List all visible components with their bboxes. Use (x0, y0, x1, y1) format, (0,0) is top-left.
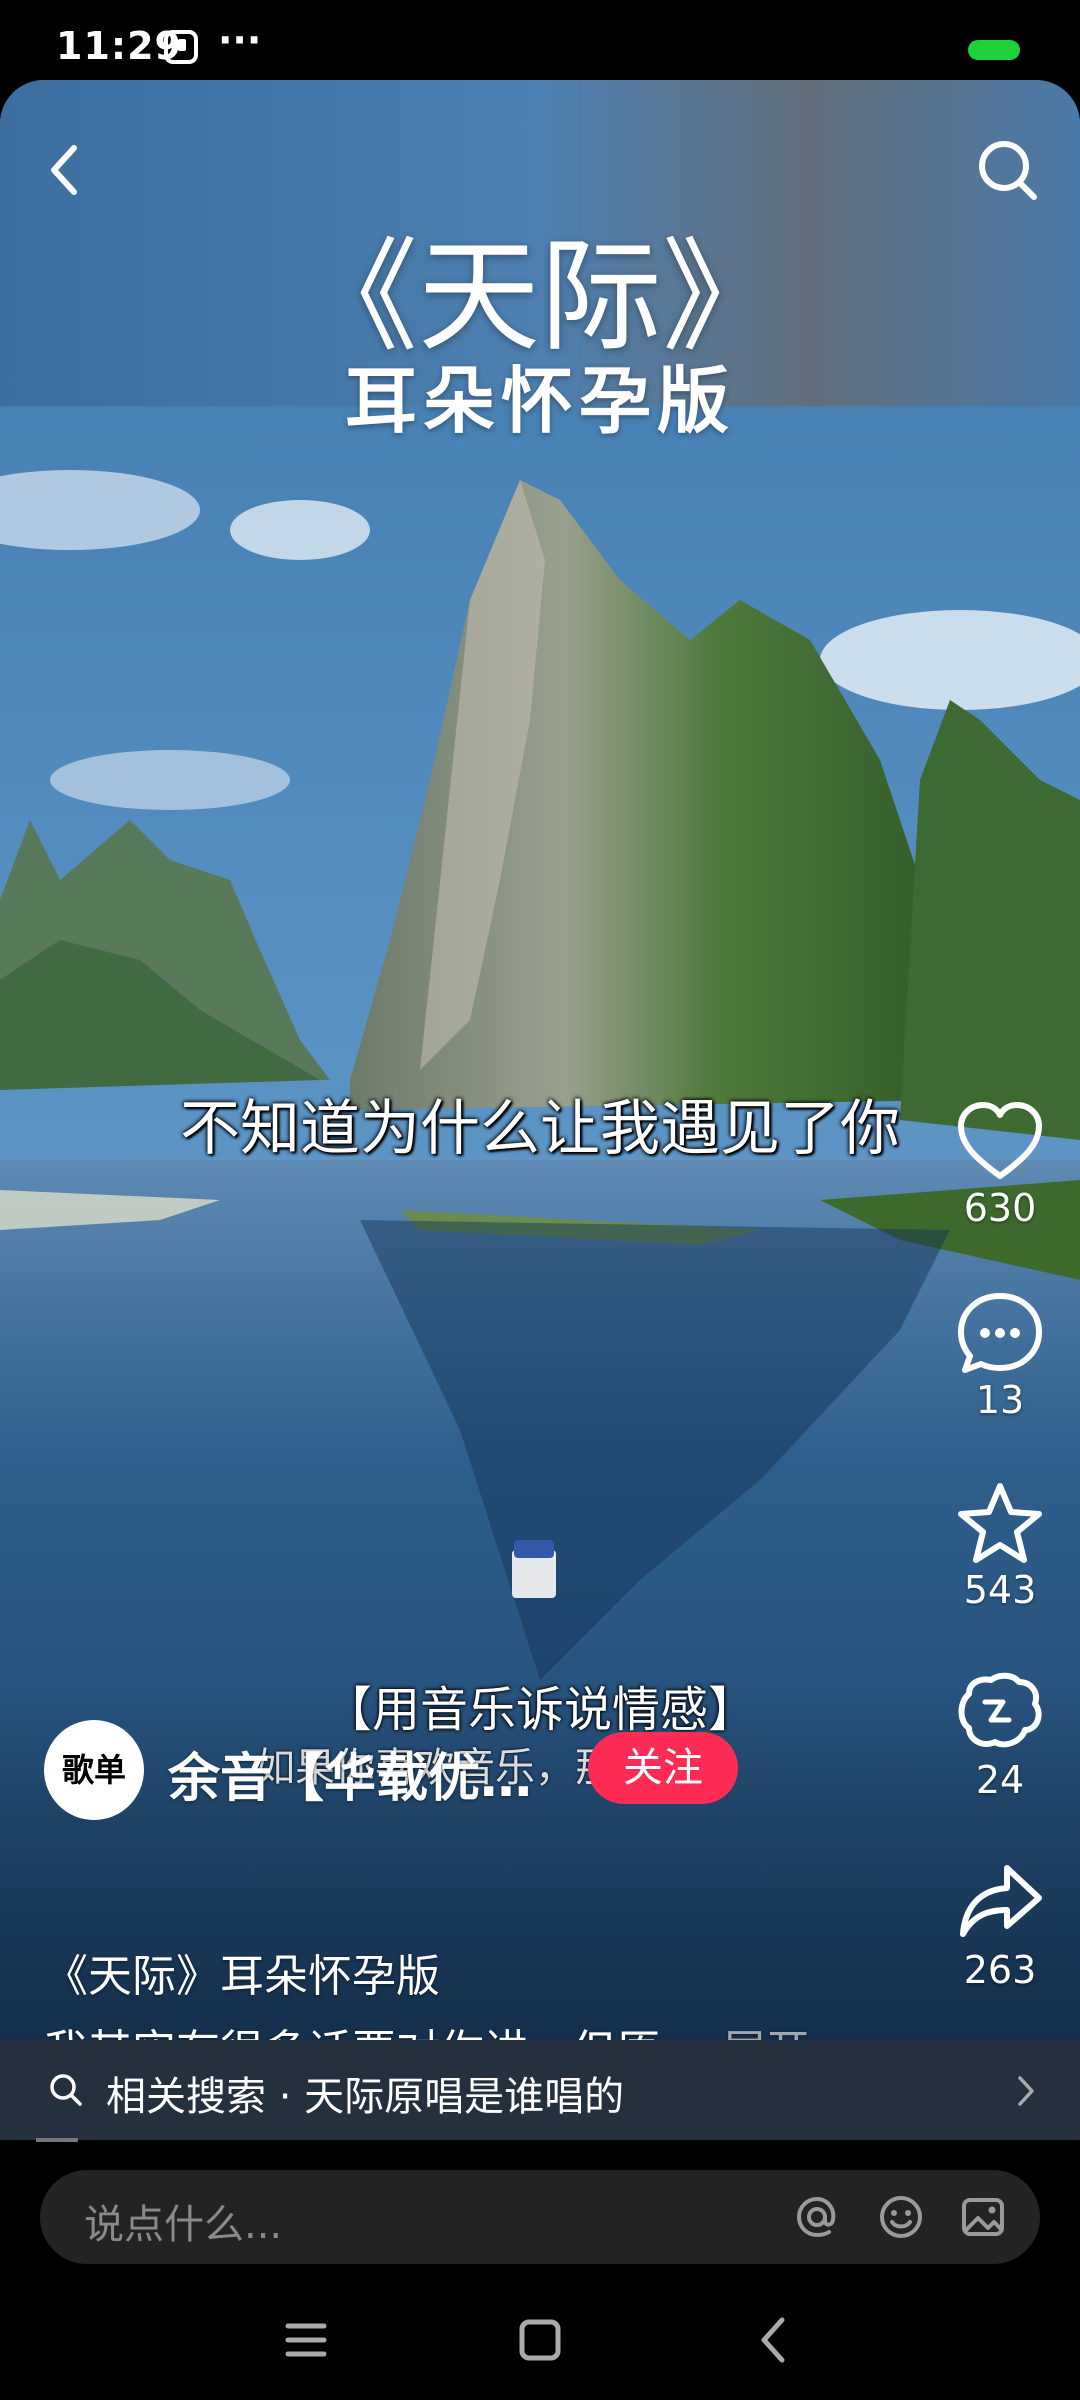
follow-button[interactable]: 关注 (588, 1732, 738, 1804)
screen: 11:29 ··· 《天际》 耳朵怀孕版 不知道为什么让我遇见了你 【用音乐诉说… (0, 0, 1080, 2400)
back-triangle-icon[interactable] (744, 2310, 804, 2370)
home-square-icon[interactable] (510, 2310, 570, 2370)
chevron-right-icon (1018, 2076, 1034, 2106)
description-title: 《天际》耳朵怀孕版 (44, 1951, 440, 2002)
overlay-tag-text: 【用音乐诉说情感】 (323, 1682, 756, 1738)
battery-icon (968, 40, 1020, 60)
comment-button[interactable]: 13 (920, 1290, 1080, 1422)
video-player[interactable]: 《天际》 耳朵怀孕版 不知道为什么让我遇见了你 【用音乐诉说情感】 如果你喜欢音… (0, 80, 1080, 2140)
at-icon[interactable] (792, 2192, 842, 2242)
repost-button[interactable]: 24 (920, 1670, 1080, 1802)
like-count: 630 (963, 1186, 1037, 1230)
comment-bubble-icon (958, 1293, 1042, 1373)
menu-icon[interactable] (276, 2310, 336, 2370)
avatar[interactable]: 歌单 (44, 1720, 144, 1820)
image-icon[interactable] (958, 2192, 1008, 2242)
comment-count: 13 (975, 1378, 1025, 1422)
comment-input[interactable]: 说点什么... (40, 2170, 1040, 2264)
star-icon (958, 1483, 1042, 1563)
video-progress-bar[interactable] (36, 2138, 78, 2142)
favorite-count: 543 (963, 1568, 1037, 1612)
comment-placeholder: 说点什么... (84, 2202, 283, 2248)
like-button[interactable]: 630 (920, 1100, 1080, 1230)
search-icon (50, 2074, 82, 2106)
video-title-sub: 耳朵怀孕版 (344, 358, 735, 443)
favorite-button[interactable]: 543 (920, 1480, 1080, 1612)
repost-icon (958, 1672, 1042, 1748)
status-more-indicator: ··· (218, 18, 262, 62)
emoji-icon[interactable] (876, 2192, 926, 2242)
share-count: 263 (963, 1948, 1037, 1992)
system-nav-bar (0, 2280, 1080, 2400)
repost-count: 24 (975, 1758, 1025, 1802)
lyric-subtitle: 不知道为什么让我遇见了你 (180, 1094, 900, 1164)
share-arrow-icon (960, 1865, 1042, 1937)
related-search-bar[interactable]: 相关搜索 · 天际原唱是谁唱的 (0, 2040, 1080, 2140)
author-name[interactable]: 余音【华载优… (168, 1736, 532, 1811)
heart-icon (958, 1102, 1042, 1179)
related-search-text: 相关搜索 · 天际原唱是谁唱的 (106, 2074, 625, 2120)
notification-icon (164, 30, 198, 64)
share-button[interactable]: 263 (920, 1860, 1080, 1992)
